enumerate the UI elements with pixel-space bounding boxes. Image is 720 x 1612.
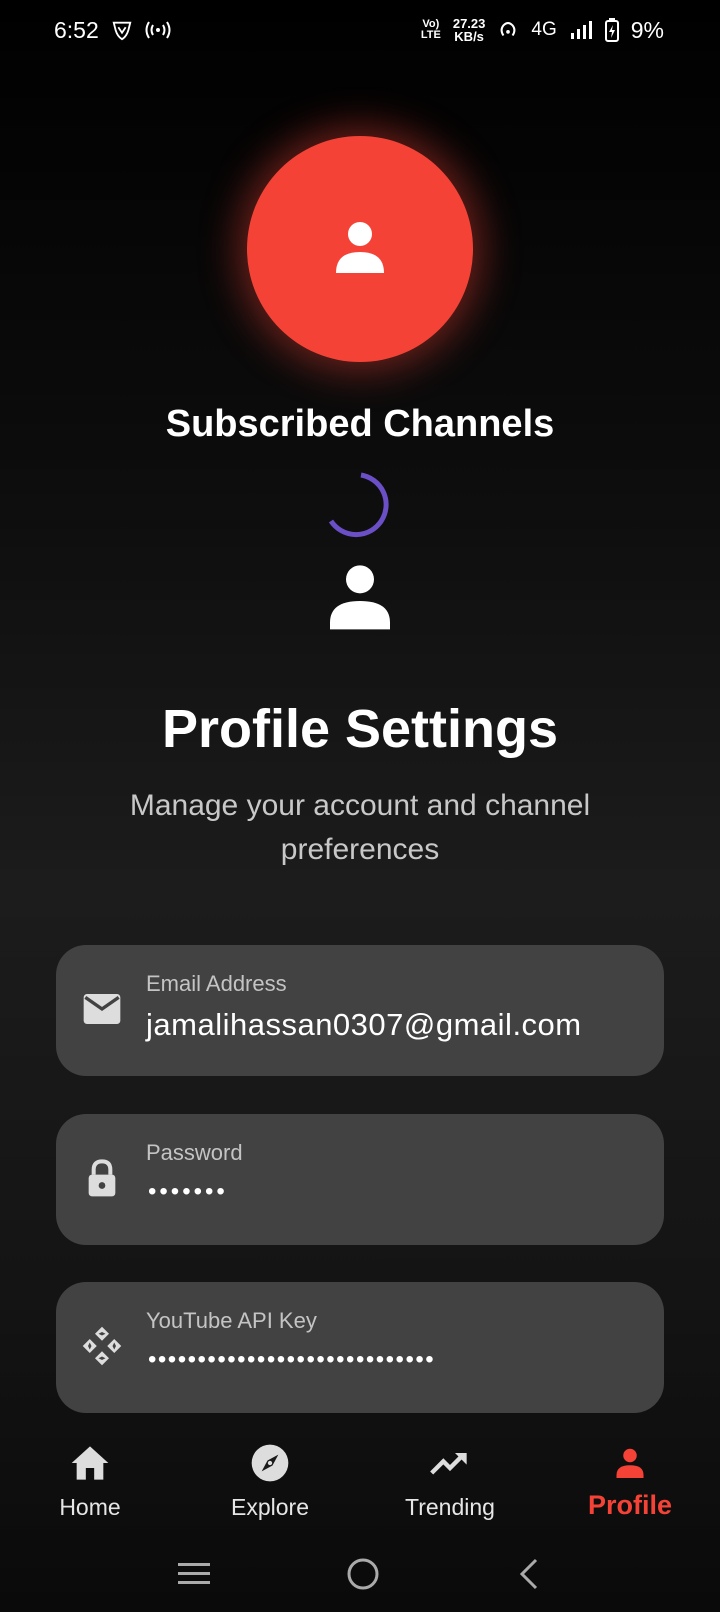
profile-settings-title: Profile Settings — [161, 699, 559, 759]
email-label: Email Address — [146, 971, 287, 996]
nav-trending[interactable]: Trending — [360, 1420, 540, 1530]
trending-icon — [429, 1442, 471, 1484]
compass-icon — [249, 1442, 291, 1484]
email-field[interactable]: Email Address jamalihassan0307@gmail.com — [56, 945, 664, 1076]
nav-explore-label: Explore — [231, 1494, 309, 1520]
email-icon — [80, 987, 124, 1031]
system-navigation-bar — [0, 1540, 720, 1612]
profile-settings-subtitle: Manage your account and channel preferen… — [129, 789, 591, 866]
nav-home-label: Home — [59, 1494, 121, 1520]
signal-icon — [569, 19, 593, 41]
channel-person-icon — [330, 565, 390, 630]
volte-indicator: Vo) LTE — [420, 18, 441, 41]
home-button-icon[interactable] — [345, 1556, 381, 1597]
network-type: 4G — [531, 19, 557, 40]
status-time: 6:52 — [54, 16, 99, 43]
api-key-value[interactable]: ••••••••••••••••••••••••••••• — [148, 1346, 435, 1374]
loading-spinner-icon — [328, 472, 389, 538]
vpn-shield-icon — [111, 19, 133, 41]
status-bar: 6:52 Vo) LTE 27.23 KB/s 4G 9% — [0, 0, 720, 60]
battery-icon — [604, 18, 619, 42]
lock-icon — [80, 1156, 124, 1200]
bottom-navigation: Home Explore Trending Profile — [0, 1420, 720, 1530]
hotspot-icon — [145, 19, 171, 41]
api-key-field[interactable]: YouTube API Key ••••••••••••••••••••••••… — [56, 1282, 664, 1413]
nav-trending-label: Trending — [405, 1494, 495, 1520]
person-icon — [336, 222, 384, 273]
password-label: Password — [146, 1140, 243, 1165]
nav-home[interactable]: Home — [0, 1420, 180, 1530]
profile-avatar[interactable] — [247, 136, 473, 362]
profile-icon — [609, 1442, 651, 1484]
profile-screen: 6:52 Vo) LTE 27.23 KB/s 4G 9% Subscribed… — [0, 0, 720, 1612]
nav-profile[interactable]: Profile — [540, 1420, 720, 1530]
api-key-label: YouTube API Key — [146, 1308, 317, 1333]
api-key-icon — [80, 1324, 124, 1368]
nav-profile-label: Profile — [587, 1490, 673, 1520]
back-icon[interactable] — [514, 1556, 544, 1597]
menu-icon[interactable] — [176, 1559, 212, 1594]
nav-explore[interactable]: Explore — [180, 1420, 360, 1530]
password-field[interactable]: Password ••••••• — [56, 1114, 664, 1245]
email-value[interactable]: jamalihassan0307@gmail.com — [146, 1007, 582, 1043]
battery-level: 9% — [630, 16, 664, 43]
password-value[interactable]: ••••••• — [148, 1178, 228, 1206]
network-speed: 27.23 KB/s — [452, 16, 486, 44]
subscribed-channels-title: Subscribed Channels — [165, 403, 555, 445]
hotspot-signal-icon — [497, 19, 519, 41]
home-icon — [69, 1442, 111, 1484]
